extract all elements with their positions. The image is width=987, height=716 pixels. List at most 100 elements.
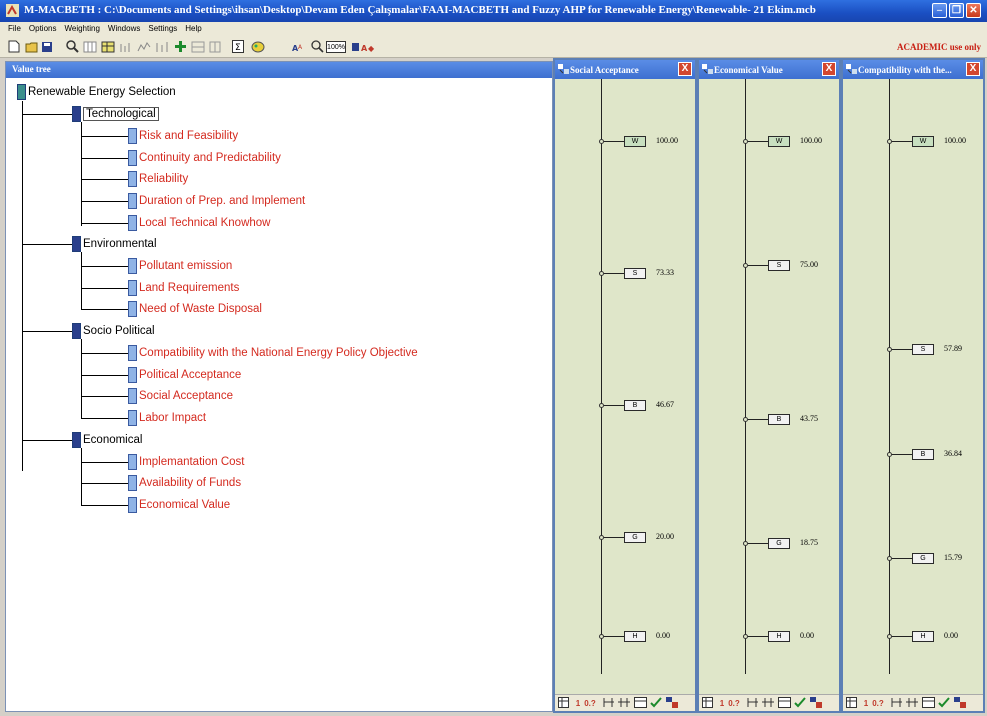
menu-weighting[interactable]: Weighting	[60, 22, 103, 33]
close-icon[interactable]: X	[678, 62, 692, 76]
thermometer-icon[interactable]	[889, 697, 903, 710]
scale-fraction-button[interactable]: 0.?	[583, 697, 597, 710]
layout-icon[interactable]	[921, 697, 935, 710]
close-icon[interactable]: X	[822, 62, 836, 76]
menu-file[interactable]: File	[0, 22, 25, 33]
tree-leaf-availability-funds[interactable]: Availability of Funds	[128, 475, 241, 491]
tree-leaf-political-acceptance[interactable]: Political Acceptance	[128, 367, 241, 383]
bar-chart-icon[interactable]	[118, 39, 134, 54]
scale-level-code-h[interactable]: H	[768, 631, 790, 642]
tree-node-economical[interactable]: Economical	[72, 432, 142, 448]
tree-leaf-risk-feasibility[interactable]: Risk and Feasibility	[128, 128, 238, 144]
scale-panel-header[interactable]: Compatibility with the... X	[843, 60, 983, 79]
grid-icon[interactable]	[82, 39, 98, 54]
hierarchy-icon[interactable]	[809, 697, 823, 710]
scale-level-code-h[interactable]: H	[912, 631, 934, 642]
table-view-icon[interactable]	[845, 697, 857, 710]
layout-icon[interactable]	[633, 697, 647, 710]
layout-icon[interactable]	[777, 697, 791, 710]
zoom-100-button[interactable]: 100%	[326, 41, 346, 53]
profile-chart-icon[interactable]	[136, 39, 152, 54]
scale-level-code-h[interactable]: H	[624, 631, 646, 642]
leaf-node-icon	[128, 475, 137, 491]
hierarchy-icon[interactable]	[953, 697, 967, 710]
thermometer-icon[interactable]	[745, 697, 759, 710]
interval-icon[interactable]	[905, 697, 919, 710]
sum-icon[interactable]: Σ	[230, 39, 246, 54]
tree-leaf-land-requirements[interactable]: Land Requirements	[128, 280, 239, 296]
scale-one-button[interactable]: 1	[718, 697, 726, 710]
scale-level-value: 0.00	[944, 631, 958, 640]
scale-level-code-b[interactable]: B	[912, 449, 934, 460]
zoom-icon[interactable]	[309, 39, 325, 54]
restore-button[interactable]: ❐	[949, 3, 964, 18]
scale-panel-header[interactable]: Economical Value X	[699, 60, 839, 79]
interval-icon[interactable]	[761, 697, 775, 710]
tree-leaf-duration[interactable]: Duration of Prep. and Implement	[128, 193, 305, 209]
scale-level-code-g[interactable]: G	[768, 538, 790, 549]
checkmark-icon[interactable]	[794, 697, 806, 710]
new-file-icon[interactable]	[6, 39, 22, 54]
minimize-button[interactable]: –	[932, 3, 947, 18]
search-tree-icon[interactable]	[64, 39, 80, 54]
scale-level-code-s[interactable]: S	[768, 260, 790, 271]
tree-leaf-energy-policy[interactable]: Compatibility with the National Energy P…	[128, 345, 418, 361]
split-icon[interactable]	[207, 39, 223, 54]
font-size-icon[interactable]: AA	[291, 39, 311, 54]
scale-level-code-s[interactable]: S	[912, 344, 934, 355]
table-view-icon[interactable]	[701, 697, 713, 710]
menu-settings[interactable]: Settings	[144, 22, 181, 33]
palette-icon[interactable]	[250, 39, 266, 54]
tree-leaf-implementation-cost[interactable]: Implemantation Cost	[128, 454, 244, 470]
scale-one-button[interactable]: 1	[862, 697, 870, 710]
tree-node-socio-political[interactable]: Socio Political	[72, 323, 155, 339]
scale-level-code-s[interactable]: S	[624, 268, 646, 279]
tree-leaf-labor-impact[interactable]: Labor Impact	[128, 410, 206, 426]
open-folder-icon[interactable]	[24, 39, 40, 54]
scale-level-code-w[interactable]: W	[624, 136, 646, 147]
tree-leaf-pollutant-emission[interactable]: Pollutant emission	[128, 258, 232, 274]
tree-node-technological[interactable]: Technological	[72, 106, 159, 122]
close-button[interactable]: ✕	[966, 3, 981, 18]
tree-node-environmental[interactable]: Environmental	[72, 236, 157, 252]
scale-level-code-b[interactable]: B	[624, 400, 646, 411]
scale-level-code-g[interactable]: G	[912, 553, 934, 564]
leaf-node-icon	[128, 128, 137, 144]
scale-level-code-g[interactable]: G	[624, 532, 646, 543]
add-icon[interactable]	[172, 39, 188, 54]
menu-windows[interactable]: Windows	[104, 22, 144, 33]
hierarchy-icon[interactable]	[665, 697, 679, 710]
scale-fraction-button[interactable]: 0.?	[871, 697, 885, 710]
leaf-node-icon	[128, 367, 137, 383]
tree-leaf-reliability[interactable]: Reliability	[128, 171, 188, 187]
tree-leaf-continuity[interactable]: Continuity and Predictability	[128, 150, 281, 166]
tree-leaf-waste-disposal[interactable]: Need of Waste Disposal	[128, 301, 262, 317]
compare-icon[interactable]	[190, 39, 206, 54]
scale-fraction-button[interactable]: 0.?	[727, 697, 741, 710]
table-view-icon[interactable]	[557, 697, 569, 710]
menu-options[interactable]: Options	[25, 22, 61, 33]
checkmark-icon[interactable]	[650, 697, 662, 710]
close-icon[interactable]: X	[966, 62, 980, 76]
scale-level-code-b[interactable]: B	[768, 414, 790, 425]
thermometer-icon[interactable]	[601, 697, 615, 710]
sensitivity-icon[interactable]	[154, 39, 170, 54]
scale-icon	[846, 64, 857, 74]
tree-leaf-social-acceptance[interactable]: Social Acceptance	[128, 388, 233, 404]
scale-panel-social-acceptance: Social Acceptance X W 100.00 S 73.33 B 46.67 G 20…	[553, 58, 697, 713]
table-icon[interactable]	[100, 39, 116, 54]
academic-use-notice: ACADEMIC use only	[896, 42, 981, 52]
rename-icon[interactable]: A ◆	[351, 39, 381, 54]
save-icon[interactable]	[39, 39, 55, 54]
checkmark-icon[interactable]	[938, 697, 950, 710]
tree-leaf-economical-value[interactable]: Economical Value	[128, 497, 230, 513]
scale-one-button[interactable]: 1	[574, 697, 582, 710]
tree-leaf-technical-knowhow[interactable]: Local Technical Knowhow	[128, 215, 270, 231]
scale-panel-header[interactable]: Social Acceptance X	[555, 60, 695, 79]
menu-help[interactable]: Help	[181, 22, 205, 33]
tree-node-root[interactable]: Renewable Energy Selection	[17, 84, 176, 100]
svg-text:A: A	[361, 44, 368, 53]
interval-icon[interactable]	[617, 697, 631, 710]
scale-level-code-w[interactable]: W	[912, 136, 934, 147]
scale-level-code-w[interactable]: W	[768, 136, 790, 147]
